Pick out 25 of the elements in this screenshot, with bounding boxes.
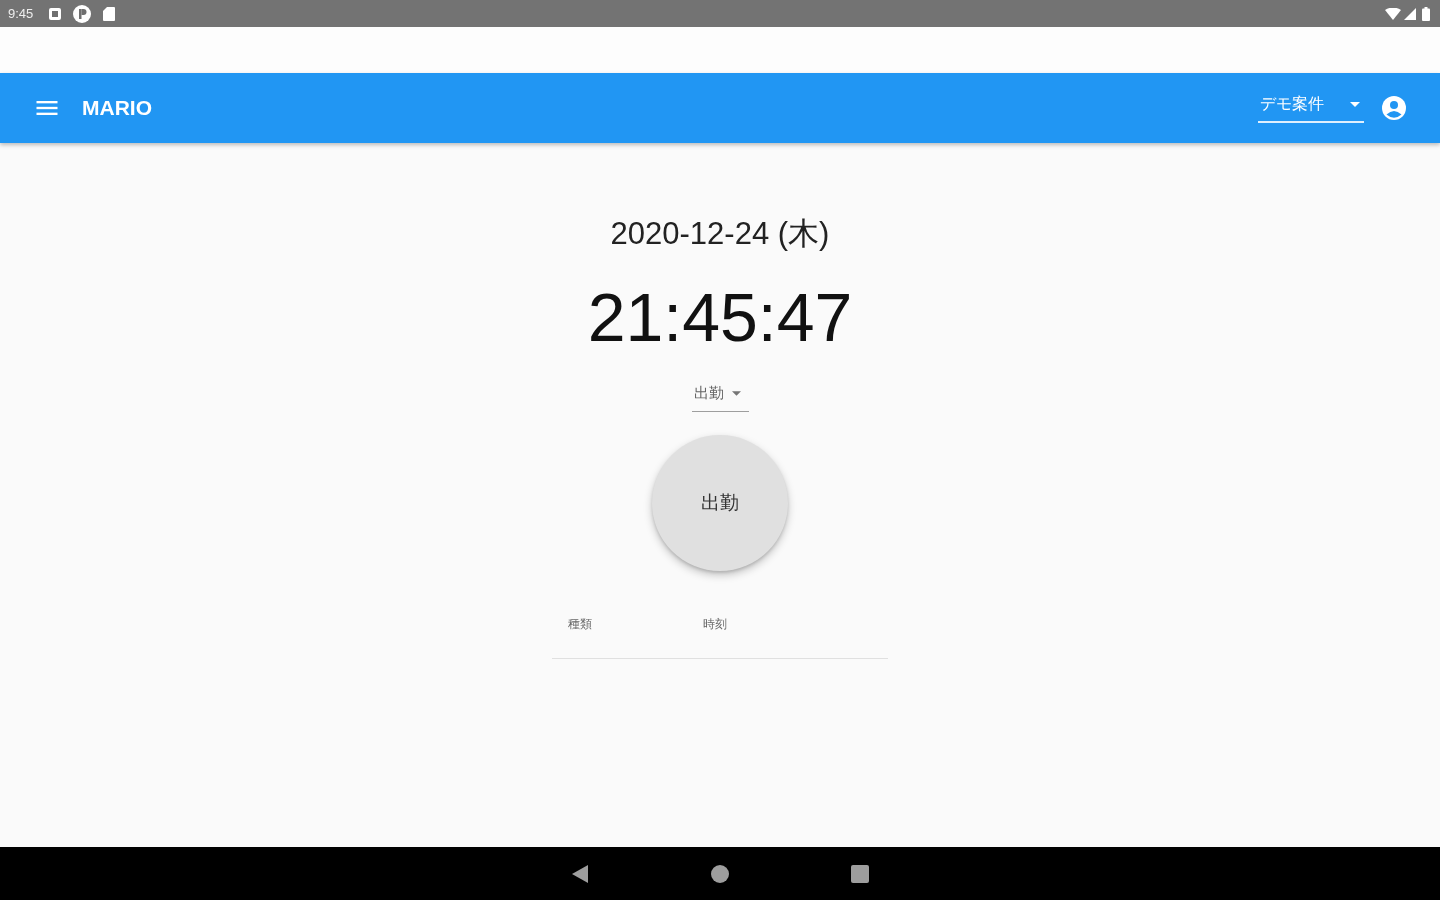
- app-title: MARIO: [82, 96, 152, 120]
- caret-icon: [1350, 101, 1360, 107]
- home-button[interactable]: [711, 864, 729, 883]
- column-header: 時刻: [687, 604, 822, 659]
- caret-icon: [731, 391, 741, 396]
- status-time: 9:45: [8, 6, 34, 21]
- notification-square-icon: [49, 7, 62, 20]
- circle-icon: [73, 4, 92, 23]
- recents-button[interactable]: [851, 864, 869, 883]
- sd-card-icon: [103, 6, 116, 21]
- recents-square-icon: [851, 864, 869, 883]
- signal-icon: [1404, 7, 1416, 20]
- date-text: 2020-12-24 (木): [610, 216, 830, 252]
- account-circle-icon: [1382, 96, 1406, 120]
- project-select[interactable]: デモ案件: [1258, 93, 1364, 123]
- column-header: 種類: [552, 604, 687, 659]
- back-triangle-icon: [571, 864, 589, 883]
- home-circle-icon: [711, 864, 729, 883]
- punch-type-select[interactable]: 出勤: [691, 378, 749, 412]
- menu-icon: [36, 101, 58, 115]
- wifi-icon: [1385, 7, 1401, 20]
- punch-button[interactable]: 出勤: [652, 435, 788, 571]
- clock-time: 21:45:47: [587, 278, 853, 356]
- back-button[interactable]: [571, 864, 589, 883]
- battery-icon: [1422, 6, 1430, 21]
